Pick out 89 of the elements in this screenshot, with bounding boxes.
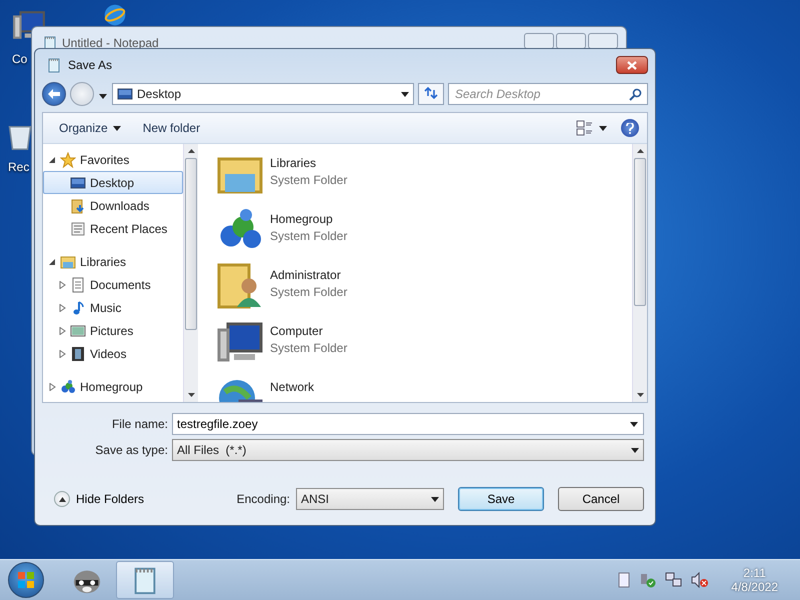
close-button[interactable]	[616, 56, 648, 74]
expanded-arrow-icon[interactable]	[48, 156, 56, 164]
collapsed-arrow-icon[interactable]	[58, 280, 66, 288]
documents-icon	[70, 276, 86, 292]
pictures-icon	[70, 322, 86, 338]
nav-item[interactable]: Libraries	[43, 250, 183, 273]
item-name[interactable]: Network	[270, 380, 314, 394]
desktop-icon-label: Rec	[8, 160, 30, 174]
hide-folders-button[interactable]: Hide Folders	[54, 491, 144, 507]
view-icon	[576, 120, 594, 136]
scrollbar[interactable]	[183, 144, 198, 402]
field-label: Encoding:	[236, 492, 290, 506]
nav-item[interactable]: Desktop	[43, 171, 183, 194]
nav-item[interactable]: Favorites	[43, 148, 183, 171]
minimize-button[interactable]	[524, 33, 554, 49]
document-icon[interactable]	[617, 572, 632, 588]
nav-item[interactable]: Homegroup	[43, 375, 183, 398]
back-button[interactable]	[42, 82, 66, 106]
downloads-icon	[70, 198, 86, 214]
collapsed-arrow-icon[interactable]	[48, 382, 56, 390]
dialog-button[interactable]: Save	[458, 487, 544, 511]
dialog-title: Save As	[68, 58, 114, 72]
help-button[interactable]	[621, 119, 639, 137]
dropdown-arrow-icon	[112, 126, 121, 130]
encoding-dropdown[interactable]: ANSI	[296, 488, 444, 510]
item-type: System Folder	[270, 341, 348, 355]
close-icon	[627, 60, 637, 70]
nav-item[interactable]: Recent Places	[43, 217, 183, 240]
desktop-icon-label: Co	[12, 52, 28, 66]
desktop-icon	[117, 86, 133, 102]
item-name[interactable]: Libraries	[270, 156, 348, 170]
search-icon	[629, 88, 642, 101]
windows-logo	[17, 571, 35, 589]
item-name[interactable]: Computer	[270, 324, 348, 338]
maximize-button[interactable]	[556, 33, 586, 49]
back-arrow-icon	[48, 89, 60, 99]
recent-icon	[70, 220, 86, 236]
window-title: Untitled - Notepad	[62, 36, 159, 50]
file-type-dropdown[interactable]: All Files (*.*)	[172, 439, 644, 461]
notepad-icon	[46, 57, 62, 73]
browser-icon	[104, 4, 126, 26]
network-icon[interactable]	[665, 572, 684, 588]
nav-item[interactable]: Downloads	[43, 194, 183, 217]
scroll-up-arrow-icon[interactable]	[636, 149, 644, 153]
favorites-icon	[60, 152, 76, 168]
refresh-arrows-icon	[424, 86, 438, 100]
item-type: System Folder	[270, 229, 348, 243]
nav-item[interactable]: Pictures	[43, 319, 183, 342]
address-bar[interactable]: Desktop	[112, 83, 414, 105]
nav-item[interactable]: Documents	[43, 273, 183, 296]
dropdown-arrow-icon	[99, 94, 107, 98]
collapsed-arrow-icon[interactable]	[58, 326, 66, 334]
item-type: System Folder	[270, 285, 348, 299]
nav-item[interactable]: Music	[43, 296, 183, 319]
dropdown-arrow-icon	[599, 126, 607, 130]
user-icon	[216, 262, 264, 310]
homegroup-icon	[60, 378, 76, 394]
field-label: Save as type:	[94, 443, 168, 457]
desktop-icon	[70, 174, 86, 190]
scroll-down-arrow-icon[interactable]	[188, 393, 194, 397]
device-check-icon[interactable]	[639, 572, 658, 588]
scroll-down-arrow-icon[interactable]	[636, 393, 644, 397]
file-name-field[interactable]: testregfile.zoey	[172, 413, 644, 435]
collapsed-arrow-icon[interactable]	[58, 304, 66, 312]
libraries-icon	[60, 254, 76, 270]
refresh-button[interactable]	[418, 83, 444, 105]
muted-speaker-icon[interactable]	[691, 572, 710, 588]
dropdown-arrow-icon	[630, 422, 638, 427]
close-button[interactable]	[588, 33, 618, 49]
dropdown-arrow-icon	[401, 92, 409, 96]
item-type: System Folder	[270, 173, 348, 187]
field-label: File name:	[110, 417, 168, 431]
collapsed-arrow-icon[interactable]	[58, 350, 66, 358]
scrollbar[interactable]	[632, 144, 647, 402]
start-button[interactable]	[8, 562, 44, 598]
search-field[interactable]: Search Desktop	[448, 83, 648, 105]
item-name[interactable]: Homegroup	[270, 212, 348, 226]
item-name[interactable]: Administrator	[270, 268, 348, 282]
new-folder-button[interactable]: New folder	[134, 118, 208, 138]
dropdown-arrow-icon	[431, 496, 439, 502]
help-icon	[626, 122, 634, 134]
dropdown-arrow-icon	[631, 448, 639, 452]
scroll-up-arrow-icon[interactable]	[188, 149, 194, 153]
nav-item[interactable]: Videos	[43, 342, 183, 365]
up-arrow-icon	[58, 496, 66, 502]
expanded-arrow-icon[interactable]	[48, 258, 56, 266]
organize-menu[interactable]: Organize	[51, 118, 129, 138]
dialog-button[interactable]: Cancel	[558, 487, 644, 511]
videos-icon	[70, 346, 86, 362]
